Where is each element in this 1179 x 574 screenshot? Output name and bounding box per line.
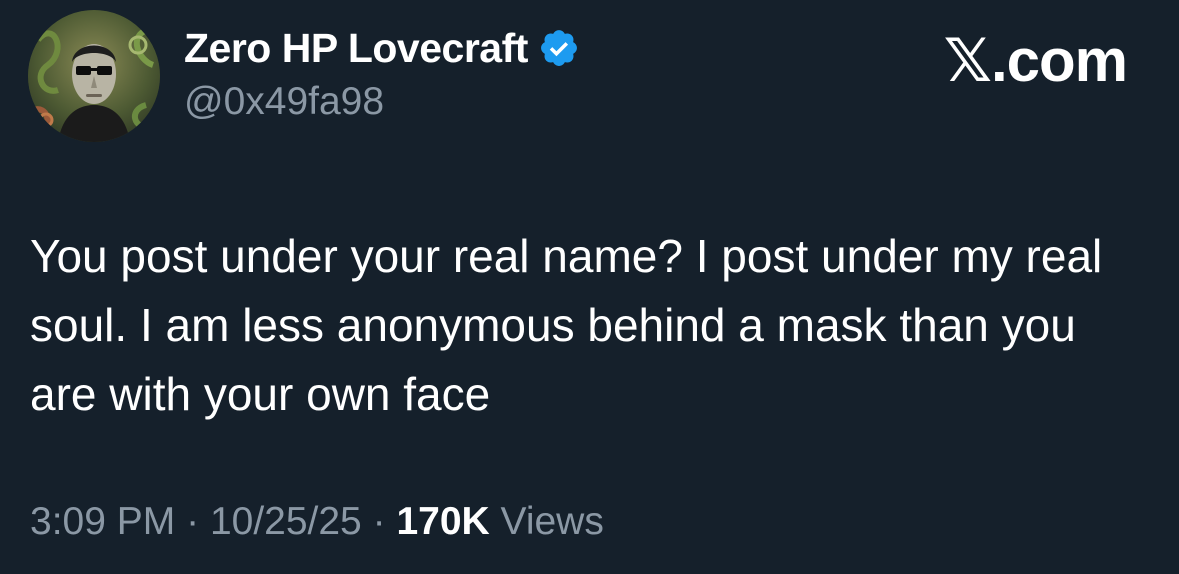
avatar-portrait-icon: [28, 10, 160, 142]
name-row: Zero HP Lovecraft: [184, 22, 580, 74]
avatar[interactable]: [28, 10, 160, 142]
tweet-time[interactable]: 3:09 PM: [30, 500, 175, 543]
site-label: 𝕏.com: [943, 27, 1128, 94]
display-name[interactable]: Zero HP Lovecraft: [184, 25, 528, 72]
user-handle[interactable]: @0x49fa98: [184, 80, 580, 124]
meta-separator: ·: [186, 500, 200, 543]
meta-separator: ·: [372, 500, 386, 543]
author-block: Zero HP Lovecraft @0x49fa98: [184, 22, 580, 124]
tweet-date[interactable]: 10/25/25: [210, 500, 362, 543]
verified-badge-icon[interactable]: [538, 27, 580, 69]
views-count[interactable]: 170K: [396, 500, 489, 543]
tweet-meta: 3:09 PM · 10/25/25 · 170K Views: [30, 500, 604, 544]
tweet-card: Zero HP Lovecraft @0x49fa98 𝕏.com You po…: [0, 0, 1179, 574]
tweet-text: You post under your real name? I post un…: [30, 230, 1103, 420]
views-label: Views: [500, 500, 604, 543]
